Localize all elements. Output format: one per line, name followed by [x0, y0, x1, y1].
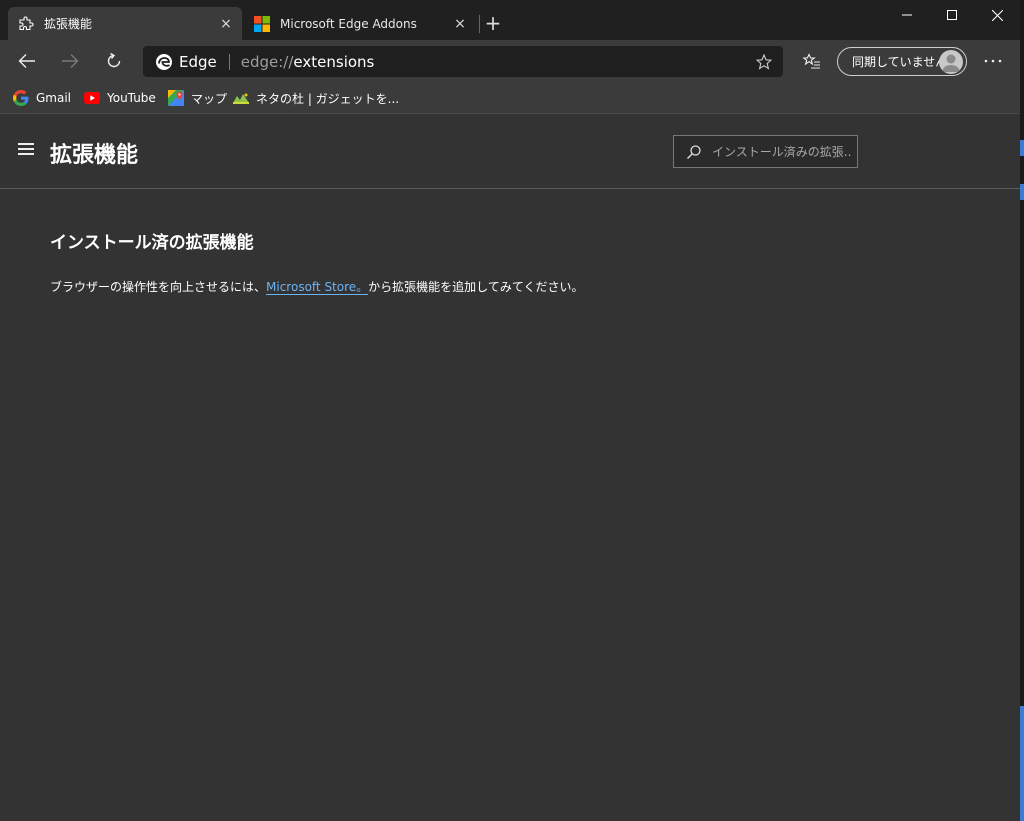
refresh-icon[interactable] [99, 46, 129, 76]
address-bar[interactable]: Edge edge://extensions [143, 46, 783, 77]
extensions-search-box[interactable] [673, 135, 858, 168]
tab-title: 拡張機能 [44, 17, 93, 31]
bookmark-label: Gmail [36, 91, 72, 105]
url-scheme: edge:// [240, 52, 294, 71]
close-tab-icon[interactable]: × [216, 14, 236, 34]
page-title: 拡張機能 [50, 143, 139, 168]
bookmark-label: ネタの杜 | ガジェットを... [256, 91, 400, 106]
microsoft-store-link[interactable]: Microsoft Store。 [266, 280, 369, 295]
edge-decoration [1020, 706, 1024, 821]
installed-extensions-description: ブラウザーの操作性を向上させるには、Microsoft Store。から拡張機能… [50, 278, 583, 295]
installed-extensions-heading: インストール済の拡張機能 [50, 233, 254, 253]
more-menu-icon[interactable] [978, 46, 1008, 76]
close-tab-icon[interactable]: × [450, 14, 470, 34]
search-icon [687, 144, 701, 159]
url-path: extensions [293, 52, 375, 71]
close-icon[interactable] [974, 0, 1020, 30]
new-tab-button[interactable]: + [482, 11, 504, 35]
bookmark-youtube[interactable]: YouTube [84, 88, 156, 108]
tab-divider [479, 15, 480, 33]
site-icon [233, 90, 249, 106]
edge-logo-icon [155, 53, 173, 71]
edge-decoration [1020, 140, 1024, 156]
site-identity-label: Edge [179, 52, 217, 71]
tab-title: Microsoft Edge Addons [280, 16, 417, 31]
bookmarks-bar: Gmail YouTube マップ ネタの杜 | ガジェットを... [0, 82, 1024, 114]
tab-extensions[interactable]: 拡張機能 × [8, 7, 242, 40]
bookmark-label: YouTube [107, 91, 156, 105]
window-edge [1020, 0, 1024, 821]
maps-icon [168, 90, 184, 106]
bookmark-gmail[interactable]: Gmail [13, 88, 71, 108]
profile-sync-button[interactable]: 同期していません [837, 47, 967, 76]
add-favorite-star-icon[interactable] [749, 47, 779, 77]
bookmark-label: マップ [191, 91, 228, 106]
url-text[interactable]: edge://extensions [241, 53, 749, 71]
youtube-icon [84, 90, 100, 106]
maximize-icon[interactable] [929, 0, 975, 30]
sync-status-label: 同期していません [852, 55, 948, 69]
title-bar: 拡張機能 × Microsoft Edge Addons × + [0, 0, 1024, 40]
description-text: ブラウザーの操作性を向上させるには、 [50, 280, 267, 294]
bookmark-neta-no-mori[interactable]: ネタの杜 | ガジェットを... [233, 88, 399, 108]
hamburger-menu-icon[interactable] [18, 143, 36, 159]
avatar [939, 50, 963, 74]
forward-arrow-icon[interactable] [55, 46, 85, 76]
description-text: から拡張機能を追加してみてください。 [368, 280, 584, 294]
back-arrow-icon[interactable] [12, 46, 42, 76]
page-header: 拡張機能 [0, 115, 1020, 189]
bookmark-maps[interactable]: マップ [168, 88, 227, 108]
search-input[interactable] [712, 144, 852, 159]
microsoft-logo-icon [254, 15, 270, 32]
favorites-icon[interactable] [797, 46, 827, 76]
puzzle-icon [18, 16, 34, 32]
google-icon [13, 90, 29, 106]
omnibox-divider [228, 53, 230, 70]
edge-decoration [1020, 184, 1024, 200]
tab-edge-addons[interactable]: Microsoft Edge Addons × [244, 7, 476, 40]
minimize-icon[interactable] [884, 0, 930, 30]
